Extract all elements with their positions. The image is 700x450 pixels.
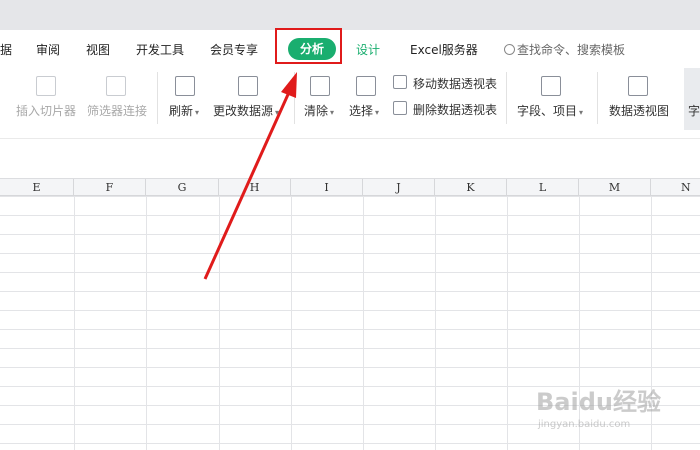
baidu-watermark: Baidu经验 jingyan.baidu.com: [536, 382, 686, 440]
watermark-site: jingyan.baidu.com: [538, 419, 631, 430]
arrow-head: [281, 72, 297, 98]
arrow-shaft: [203, 89, 292, 280]
watermark-brand: Baidu经验: [536, 388, 661, 416]
